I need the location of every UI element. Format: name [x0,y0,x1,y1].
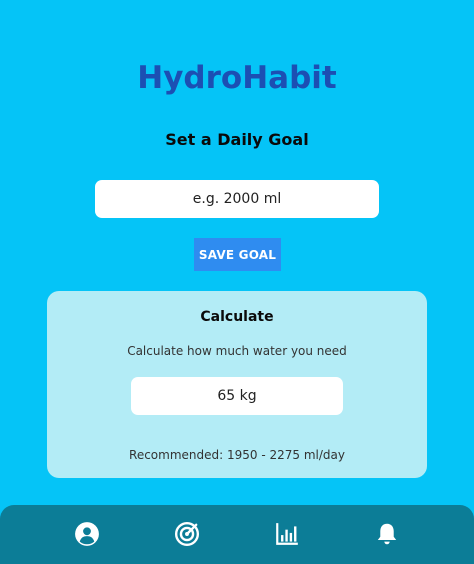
calculator-title: Calculate [200,309,274,325]
calculator-description: Calculate how much water you need [127,344,347,358]
recommendation-text: Recommended: 1950 - 2275 ml/day [129,448,345,462]
target-icon [174,521,200,547]
nav-stats[interactable] [272,519,302,549]
nav-profile[interactable] [72,519,102,549]
save-goal-button[interactable]: SAVE GOAL [194,238,281,271]
nav-goals[interactable] [172,519,202,549]
daily-goal-input[interactable] [95,180,379,218]
calculator-card: Calculate Calculate how much water you n… [47,291,427,478]
nav-notifications[interactable] [372,519,402,549]
profile-icon [75,522,99,546]
app-title: HydroHabit [137,60,337,96]
bottom-nav [0,505,474,564]
goal-heading: Set a Daily Goal [165,130,309,149]
weight-input[interactable] [131,377,343,415]
stats-icon [276,523,298,545]
bell-icon [377,523,397,545]
